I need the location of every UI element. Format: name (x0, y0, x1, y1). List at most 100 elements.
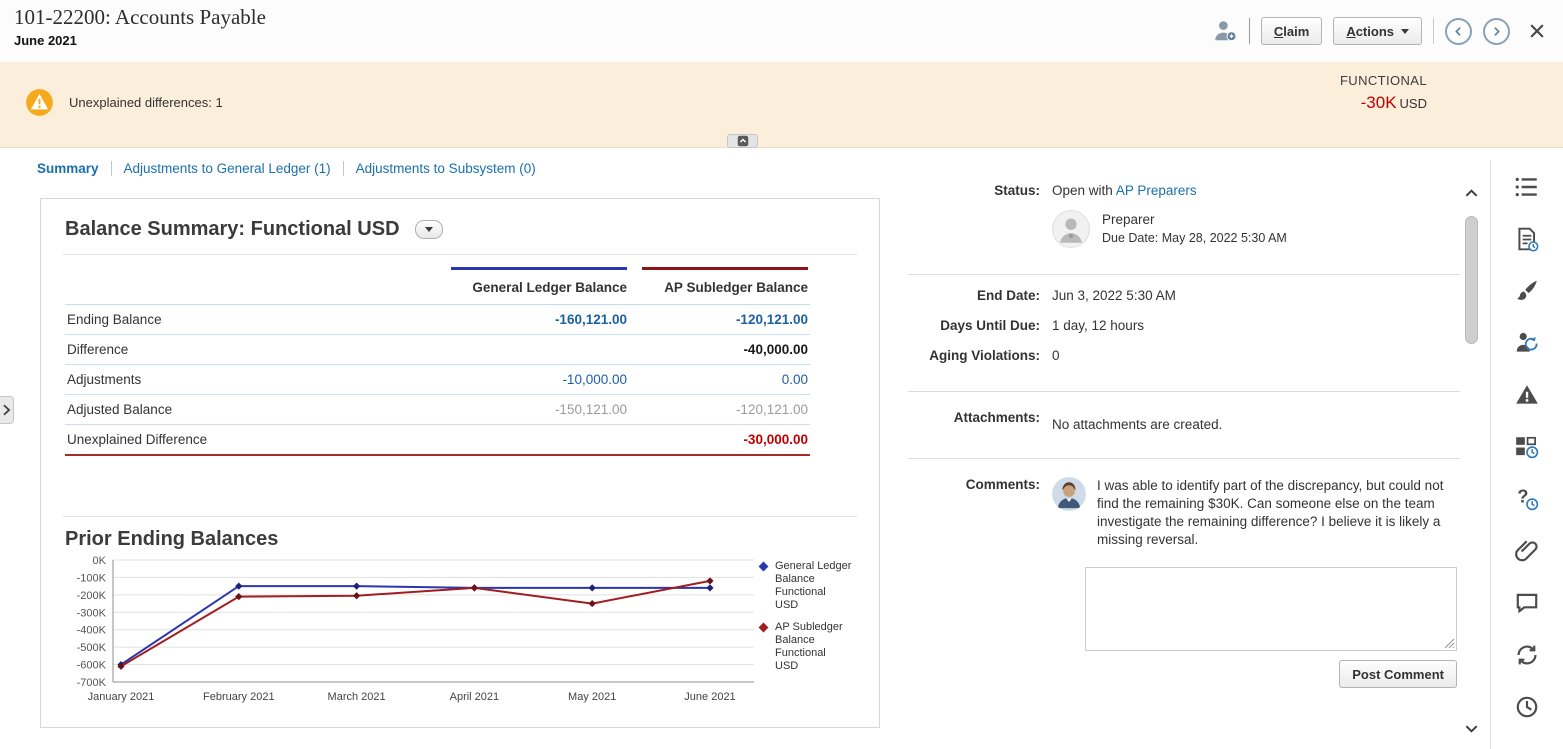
status-assignee-link[interactable]: AP Preparers (1116, 183, 1197, 198)
previous-button[interactable] (1445, 18, 1472, 45)
ap-value: -30,000.00 (629, 425, 810, 456)
divider (63, 254, 857, 255)
assignee-button[interactable] (1212, 18, 1238, 44)
row-label: Adjusted Balance (65, 395, 449, 425)
ap-value-link[interactable]: -120,121.00 (629, 305, 810, 335)
claim-button[interactable]: Claim (1261, 17, 1322, 45)
comment-text: I was able to identify part of the discr… (1097, 477, 1462, 549)
vertical-scrollbar[interactable] (1462, 186, 1482, 739)
comments-label: Comments: (908, 477, 1040, 492)
sidebar-related-tasks-button[interactable] (1512, 642, 1542, 671)
days-until-due-label: Days Until Due: (908, 318, 1040, 333)
svg-text:0K: 0K (93, 555, 107, 567)
sidebar-workflow-button[interactable] (1512, 330, 1542, 359)
gl-column-accent-bar (451, 267, 627, 270)
svg-text:-700K: -700K (77, 677, 107, 689)
post-comment-button[interactable]: Post Comment (1339, 660, 1457, 688)
commenter-avatar (1052, 477, 1086, 511)
reconciliation-details-panel: Status: Open with AP Preparers Preparer … (908, 183, 1460, 688)
sidebar-format-button[interactable] (1512, 278, 1542, 307)
divider (1433, 18, 1434, 44)
svg-text:-500K: -500K (77, 642, 107, 654)
resize-grip-icon[interactable] (1444, 638, 1455, 649)
workflow-person-icon (1514, 330, 1540, 356)
sidebar-questions-button[interactable]: ? (1512, 486, 1542, 515)
scroll-up-button[interactable] (1464, 186, 1479, 203)
row-label: Adjustments (65, 365, 449, 395)
warning-triangle-icon (1514, 382, 1540, 408)
end-date-row: End Date: Jun 3, 2022 5:30 AM (908, 288, 1460, 303)
aging-violations-value: 0 (1052, 348, 1060, 363)
divider (343, 161, 344, 176)
gl-value-link[interactable]: -160,121.00 (449, 305, 629, 335)
commenter-photo-icon (1052, 477, 1086, 511)
attachments-value: No attachments are created. (1052, 417, 1222, 432)
prior-balances-chart: 0K-100K-200K-300K-400K-500K-600K-700KJan… (65, 554, 857, 706)
svg-text:February 2021: February 2021 (203, 691, 275, 703)
gl-column-header-cell: General Ledger Balance (449, 267, 629, 305)
sidebar-instructions-button[interactable] (1512, 226, 1542, 255)
svg-text:-200K: -200K (77, 590, 107, 602)
legend-marker-icon (759, 562, 769, 572)
scrollbar-thumb[interactable] (1465, 216, 1478, 344)
aging-violations-label: Aging Violations: (908, 348, 1040, 363)
sidebar-prior-reconciliations-button[interactable] (1512, 434, 1542, 463)
warning-icon (24, 87, 55, 118)
banner-scope: FUNCTIONAL (1340, 73, 1427, 88)
legend-item: General Ledger Balance Functional USD (760, 560, 852, 612)
sidebar-attachments-button[interactable] (1512, 538, 1542, 567)
legend-item: AP Subledger Balance Functional USD (760, 621, 852, 673)
sidebar-comments-button[interactable] (1512, 590, 1542, 619)
gl-value-link[interactable]: -10,000.00 (449, 365, 629, 395)
assignee-role: Preparer (1102, 210, 1287, 227)
table-row: Adjusted Balance -150,121.00 -120,121.00 (65, 395, 810, 425)
paperclip-icon (1514, 538, 1540, 564)
ap-value: -120,121.00 (629, 395, 810, 425)
comment-input-wrap (1085, 567, 1457, 651)
scroll-down-button[interactable] (1464, 722, 1479, 739)
divider (908, 391, 1460, 392)
svg-text:January 2021: January 2021 (88, 691, 155, 703)
collapse-up-icon (737, 135, 749, 147)
tab-summary[interactable]: Summary (37, 161, 99, 176)
comment-input[interactable] (1085, 567, 1457, 651)
legend-label: General Ledger Balance Functional USD (775, 560, 852, 612)
chevron-down-icon (425, 227, 433, 232)
divider (908, 274, 1460, 275)
chevron-down-icon (1401, 29, 1409, 34)
next-button[interactable] (1483, 18, 1510, 45)
balance-summary-title: Balance Summary: Functional USD (65, 218, 400, 241)
banner-message: Unexplained differences: 1 (69, 95, 223, 110)
close-button[interactable] (1527, 21, 1547, 41)
table-row: Adjustments -10,000.00 0.00 (65, 365, 810, 395)
divider (1249, 18, 1250, 44)
row-label: Difference (65, 335, 449, 365)
warning-banner: Unexplained differences: 1 FUNCTIONAL -3… (0, 62, 1563, 148)
collapse-banner-button[interactable] (727, 134, 758, 148)
top-bar: 101-22200: Accounts Payable June 2021 Cl… (0, 0, 1563, 62)
chart-legend: General Ledger Balance Functional USD AP … (760, 554, 852, 706)
tab-adjustments-general-ledger[interactable]: Adjustments to General Ledger (1) (124, 161, 331, 176)
close-icon (1527, 21, 1547, 41)
tab-adjustments-subsystem[interactable]: Adjustments to Subsystem (0) (356, 161, 536, 176)
divider (111, 161, 112, 176)
page-title: 101-22200: Accounts Payable (14, 5, 266, 30)
days-until-due-row: Days Until Due: 1 day, 12 hours (908, 318, 1460, 333)
svg-text:-300K: -300K (77, 607, 107, 619)
status-row: Status: Open with AP Preparers (908, 183, 1460, 198)
comment-bubble-icon (1514, 590, 1540, 616)
sidebar-warnings-button[interactable] (1512, 382, 1542, 411)
ap-value-link[interactable]: 0.00 (629, 365, 810, 395)
balance-view-dropdown[interactable] (415, 220, 443, 239)
sidebar-history-button[interactable] (1512, 694, 1542, 723)
svg-text:May 2021: May 2021 (568, 691, 616, 703)
gl-value (449, 335, 629, 365)
chevron-left-icon (1452, 25, 1465, 38)
instructions-document-icon (1514, 226, 1540, 252)
expand-panel-button[interactable] (0, 396, 14, 424)
assignee-due-date: Due Date: May 28, 2022 5:30 AM (1102, 231, 1287, 245)
actions-button[interactable]: Actions (1333, 17, 1422, 45)
ap-value: -40,000.00 (629, 335, 810, 365)
properties-list-icon (1514, 174, 1540, 200)
sidebar-properties-button[interactable] (1512, 174, 1542, 203)
